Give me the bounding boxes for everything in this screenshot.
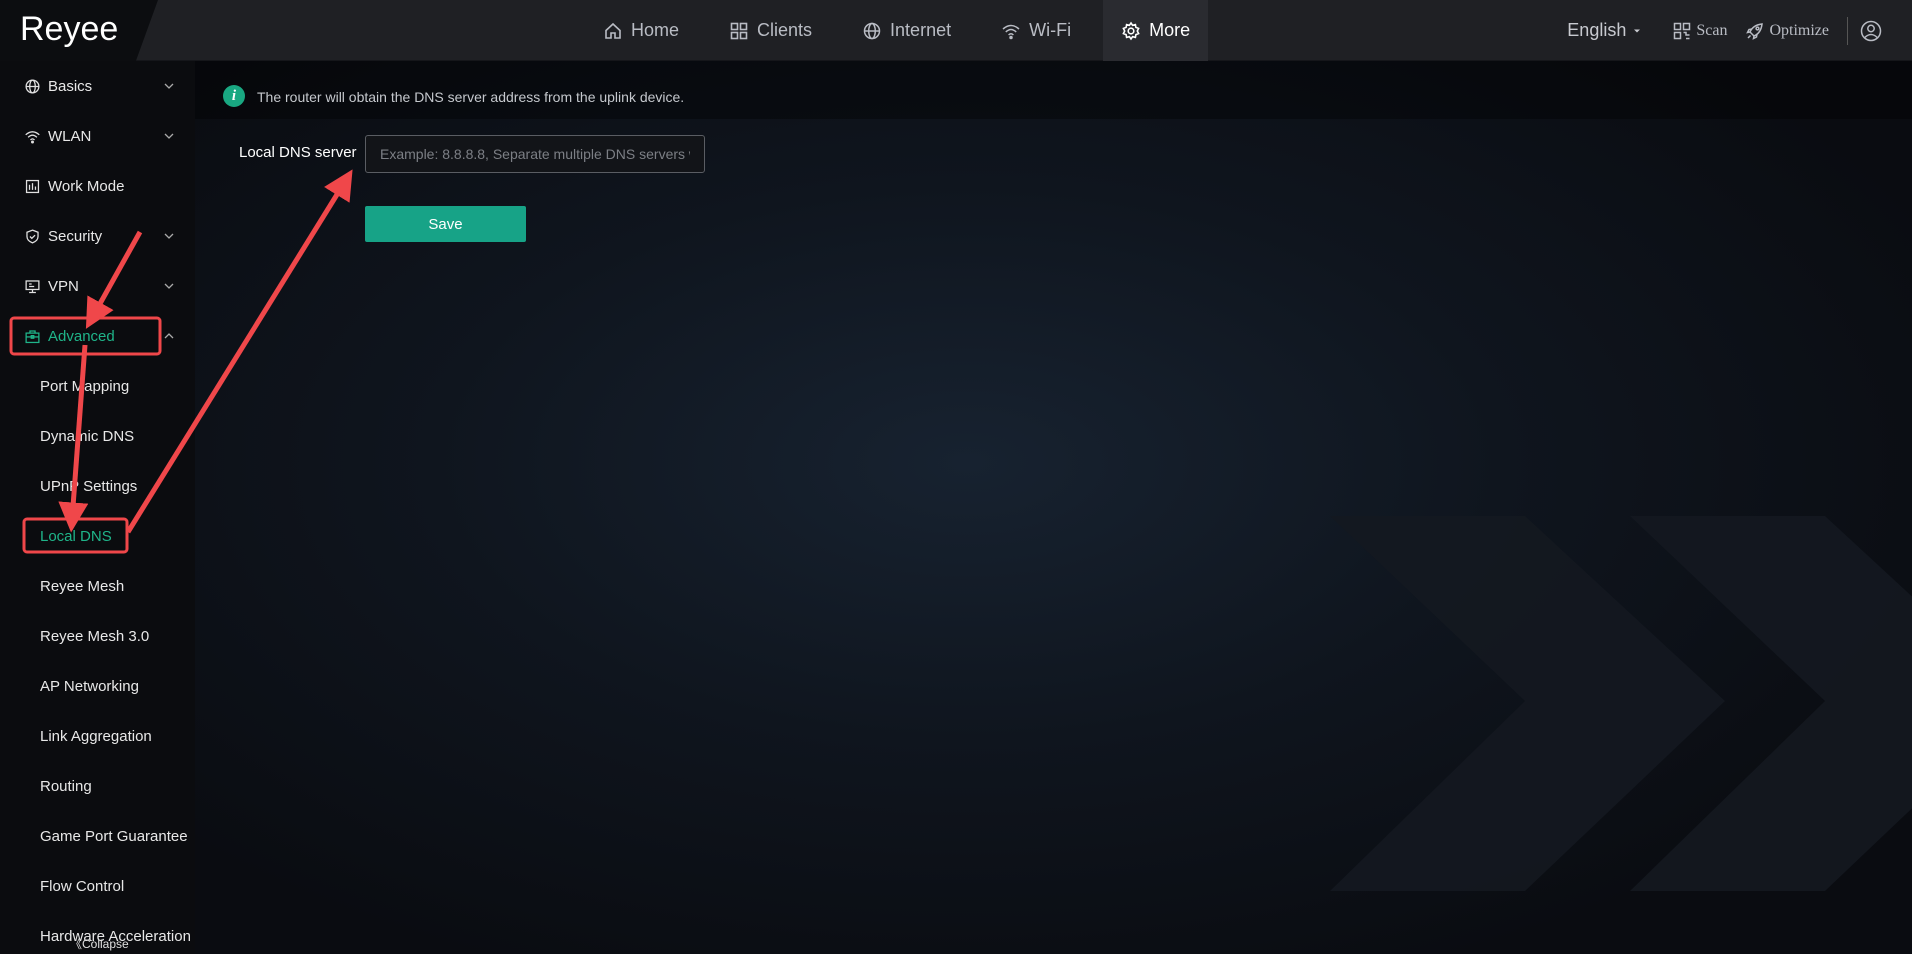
notice-text: The router will obtain the DNS server ad…	[257, 89, 685, 105]
sidebar-item-label: Work Mode	[48, 177, 125, 195]
work-mode-icon	[25, 179, 40, 193]
top-bar: Reyee Home Clients Internet Wi-Fi More E…	[0, 0, 1912, 61]
grid-icon	[730, 22, 748, 39]
scan-label: Scan	[1696, 21, 1728, 39]
local-dns-server-input[interactable]	[365, 135, 705, 173]
logo-area: Reyee	[0, 0, 158, 61]
nav-home-label: Home	[631, 20, 680, 40]
background-chevron-decoration	[1330, 516, 1912, 891]
sidebar-item-label: Advanced	[48, 327, 115, 345]
chevron-down-icon	[164, 283, 174, 289]
sidebar-sub-dynamic-dns[interactable]: Dynamic DNS	[40, 428, 134, 445]
wifi-icon	[25, 130, 40, 144]
sidebar-sub-port-mapping[interactable]: Port Mapping	[40, 378, 129, 395]
main-nav: Home Clients Internet Wi-Fi More	[585, 0, 1222, 61]
briefcase-icon	[25, 329, 40, 343]
toolbar-divider	[1847, 16, 1848, 45]
nav-wifi[interactable]: Wi-Fi	[983, 0, 1089, 61]
local-dns-server-label: Local DNS server	[239, 144, 357, 161]
wifi-icon	[1002, 24, 1020, 39]
rocket-icon	[1746, 22, 1764, 40]
globe-icon	[25, 78, 40, 94]
shield-icon	[26, 228, 39, 244]
gear-icon	[1122, 21, 1140, 40]
sidebar-item-label: Security	[48, 227, 103, 245]
sidebar-item-label: WLAN	[48, 127, 92, 145]
save-button[interactable]: Save	[365, 206, 526, 242]
globe-icon	[863, 22, 881, 39]
sidebar-item-basics[interactable]: Basics	[0, 61, 195, 111]
sidebar-sub-routing[interactable]: Routing	[40, 778, 92, 795]
sidebar-sub-reyee-mesh-3[interactable]: Reyee Mesh 3.0	[40, 628, 149, 645]
nav-more-label: More	[1149, 20, 1191, 40]
sidebar-item-label: Basics	[48, 77, 93, 95]
sidebar-sub-upnp-settings[interactable]: UPnP Settings	[40, 478, 137, 495]
chevron-down-icon	[164, 133, 174, 139]
sidebar-item-vpn[interactable]: VPN	[0, 261, 195, 311]
nav-home[interactable]: Home	[585, 0, 697, 61]
sidebar: Basics WLAN Work Mode Security VPN Advan…	[0, 61, 195, 954]
sidebar-sub-reyee-mesh[interactable]: Reyee Mesh	[40, 578, 124, 595]
info-notice: i The router will obtain the DNS server …	[195, 61, 1912, 119]
optimize-label: Optimize	[1769, 21, 1829, 39]
chevron-down-icon	[164, 83, 174, 89]
nav-more[interactable]: More	[1103, 0, 1209, 61]
nav-internet-label: Internet	[890, 20, 952, 40]
sidebar-item-wlan[interactable]: WLAN	[0, 111, 195, 161]
scan-button[interactable]: Scan	[1672, 21, 1727, 41]
caret-down-icon	[1634, 29, 1641, 32]
vpn-icon	[25, 279, 40, 293]
sidebar-item-advanced[interactable]: Advanced	[0, 311, 195, 361]
sidebar-sub-link-aggregation[interactable]: Link Aggregation	[40, 728, 152, 745]
home-icon	[605, 22, 621, 39]
chevron-down-icon	[164, 233, 174, 239]
nav-clients-label: Clients	[757, 20, 813, 40]
sidebar-item-label: VPN	[48, 277, 79, 295]
sidebar-sub-flow-control[interactable]: Flow Control	[40, 878, 124, 895]
main-content: i The router will obtain the DNS server …	[195, 61, 1912, 954]
sidebar-item-security[interactable]: Security	[0, 211, 195, 261]
nav-wifi-label: Wi-Fi	[1029, 20, 1072, 40]
sidebar-sub-local-dns[interactable]: Local DNS	[40, 528, 112, 545]
user-account-icon[interactable]	[1860, 20, 1882, 42]
reyee-logo[interactable]: Reyee	[20, 10, 118, 49]
nav-clients[interactable]: Clients	[711, 0, 830, 61]
language-label: English	[1567, 20, 1627, 40]
optimize-button[interactable]: Optimize	[1745, 21, 1829, 41]
sidebar-sub-game-port-guarantee[interactable]: Game Port Guarantee	[40, 828, 188, 845]
top-right-tools: English Scan Optimize	[1567, 0, 1912, 61]
nav-internet[interactable]: Internet	[844, 0, 969, 61]
scan-icon	[1674, 22, 1691, 39]
chevron-up-icon	[164, 333, 174, 339]
sidebar-item-work-mode[interactable]: Work Mode	[0, 161, 195, 211]
collapse-sidebar-button[interactable]: 《Collapse	[70, 935, 129, 952]
language-select[interactable]: English	[1567, 20, 1642, 41]
info-icon: i	[223, 85, 245, 107]
sidebar-sub-ap-networking[interactable]: AP Networking	[40, 678, 139, 695]
